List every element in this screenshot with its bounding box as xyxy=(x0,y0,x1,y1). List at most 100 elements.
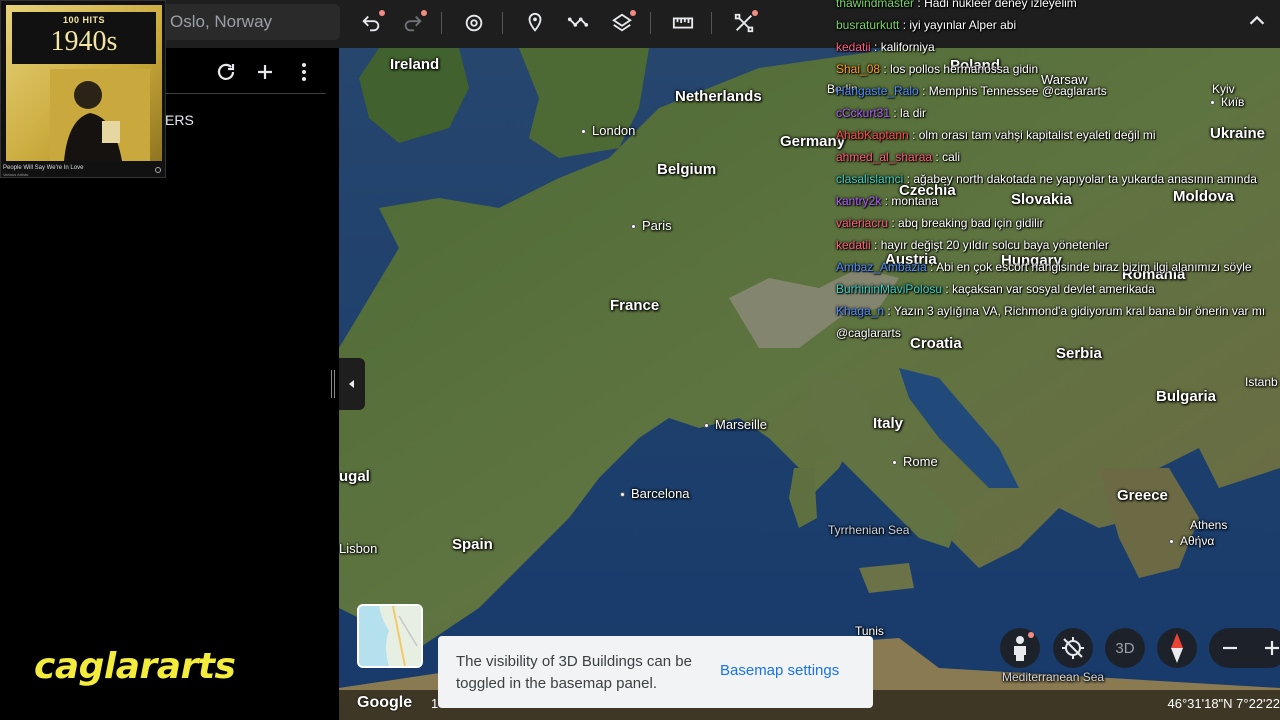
chat-message: Khaga_n : Yazın 3 aylığına VA, Richmond'… xyxy=(836,304,1265,318)
toolbar-divider xyxy=(650,12,651,34)
city-dot xyxy=(620,492,625,498)
chat-text: la dir xyxy=(900,106,927,120)
pegman-icon xyxy=(1014,636,1026,661)
history-icon xyxy=(465,14,483,32)
undo-button[interactable] xyxy=(356,8,386,38)
add-placemark-icon xyxy=(528,12,542,32)
chat-separator: : xyxy=(870,40,881,54)
toolbar-divider xyxy=(441,12,442,34)
notification-dot xyxy=(379,10,385,16)
pegman-button[interactable] xyxy=(1000,628,1040,668)
chat-text: iyi yayınlar Alper abi xyxy=(909,18,1017,32)
label-rome: Rome xyxy=(892,454,938,469)
chat-username: thawindmaster xyxy=(836,0,915,10)
panel-header xyxy=(160,48,326,94)
google-logo: Google xyxy=(357,694,413,711)
chat-text: Hadi nukleer deney izleyelim xyxy=(924,0,1077,10)
chat-message: busraturkutt : iyi yayınlar Alper abi xyxy=(836,18,1016,32)
chat-message: kedatii : kaliforniya xyxy=(836,40,935,54)
map-thumbnail-icon xyxy=(359,606,421,666)
chat-username: kedatii xyxy=(836,40,871,54)
compass-button[interactable] xyxy=(1157,628,1197,668)
undo-icon xyxy=(362,15,380,32)
projects-icon xyxy=(734,13,754,33)
chat-separator: : xyxy=(890,106,901,120)
chat-username: Khaga_n xyxy=(836,304,885,318)
chat-username: kantry2k xyxy=(836,194,882,208)
chat-separator: : xyxy=(899,18,910,32)
chat-message: ahmed_al_sharaa : cali xyxy=(836,150,960,164)
zoom-controls xyxy=(1209,628,1280,668)
label-istanbul: Istanb xyxy=(1245,375,1278,389)
chat-text: Abi en çok escort hangisinde biraz bizim… xyxy=(936,260,1252,274)
location-off-icon xyxy=(1062,637,1084,659)
search-input[interactable] xyxy=(170,4,330,40)
city-dot xyxy=(1169,539,1174,545)
chat-overlay: thawindmaster : Hadi nukleer deney izley… xyxy=(836,0,1280,340)
album-cover: 100 HITS 1940s xyxy=(6,5,162,161)
add-path-icon xyxy=(567,17,589,27)
location-off-button[interactable] xyxy=(1053,628,1093,668)
city-dot xyxy=(631,224,636,230)
toolbar-divider xyxy=(711,12,712,34)
chat-separator: : xyxy=(918,84,929,98)
chat-separator: : xyxy=(926,260,937,274)
redo-button[interactable] xyxy=(398,8,428,38)
label-mediterranean-sea: Mediterranean Sea xyxy=(1002,670,1105,684)
panel-resize-handle[interactable] xyxy=(331,370,335,398)
toggle-3d-button[interactable]: 3D xyxy=(1105,628,1145,668)
add-placemark-button[interactable] xyxy=(520,8,550,38)
album-portrait-image xyxy=(50,69,150,161)
label-barcelona-text: Barcelona xyxy=(631,486,690,501)
label-london: London xyxy=(581,123,635,138)
label-rome-text: Rome xyxy=(903,454,938,469)
basemap-thumbnail[interactable] xyxy=(357,604,423,668)
chat-message: BurhininMaviPolosu : kaçaksan var sosyal… xyxy=(836,282,1155,296)
zoom-out-icon[interactable] xyxy=(1218,636,1242,660)
layers-button[interactable] xyxy=(607,8,637,38)
chat-username: AhabKaptann xyxy=(836,128,909,142)
city-dot xyxy=(704,423,709,429)
album-decade-label: 1940s xyxy=(50,26,118,57)
chat-username: ahmed_al_sharaa xyxy=(836,150,933,164)
chat-separator: : xyxy=(908,128,919,142)
chat-text: @caglararts xyxy=(836,326,901,340)
panel-collapse-button[interactable] xyxy=(339,358,365,410)
chat-username: busraturkutt xyxy=(836,18,900,32)
label-belgium: Belgium xyxy=(657,161,717,178)
album-hits-label: 100 HITS xyxy=(62,15,106,25)
add-icon[interactable] xyxy=(253,60,277,84)
label-netherlands: Netherlands xyxy=(675,88,762,105)
history-button[interactable] xyxy=(459,8,489,38)
chat-separator: : xyxy=(884,304,894,318)
label-paris: Paris xyxy=(631,218,672,233)
chat-username: Ambaz_Ambazia xyxy=(836,260,927,274)
measure-button[interactable] xyxy=(668,8,698,38)
more-vert-icon[interactable] xyxy=(292,60,316,84)
notification-dot xyxy=(752,10,758,16)
chat-text: olm orası tam vahşi kapitalist eyaleti d… xyxy=(918,128,1156,142)
chat-message: clasalislamci : ağabey north dakotada ne… xyxy=(836,172,1257,186)
projects-button[interactable] xyxy=(729,8,759,38)
chat-text: montana xyxy=(891,194,939,208)
chat-message: @caglararts xyxy=(836,326,901,340)
label-portugal: ugal xyxy=(339,468,370,485)
label-greece: Greece xyxy=(1117,487,1168,504)
chat-separator: : xyxy=(870,238,881,252)
refresh-icon[interactable] xyxy=(214,60,238,84)
zoom-in-icon[interactable] xyxy=(1260,636,1280,660)
label-paris-text: Paris xyxy=(642,218,672,233)
chat-username: valeriacru xyxy=(836,216,889,230)
chat-separator: : xyxy=(880,62,891,76)
label-lisbon-text: Lisbon xyxy=(339,541,378,556)
add-path-button[interactable] xyxy=(563,8,593,38)
coordinates-readout: 46°31'18"N 7°22'22 xyxy=(1167,696,1280,711)
redo-icon xyxy=(404,15,422,32)
chat-separator: : xyxy=(942,282,953,296)
label-barcelona: Barcelona xyxy=(620,486,690,501)
chat-text: kaçaksan var sosyal devlet amerikada xyxy=(952,282,1155,296)
basemap-settings-button[interactable]: Basemap settings xyxy=(720,662,839,679)
now-playing-widget: 100 HITS 1940s People Will Say We're In … xyxy=(0,0,166,178)
search-box[interactable] xyxy=(150,4,340,40)
chat-message: AhabKaptann : olm orası tam vahşi kapita… xyxy=(836,128,1156,142)
